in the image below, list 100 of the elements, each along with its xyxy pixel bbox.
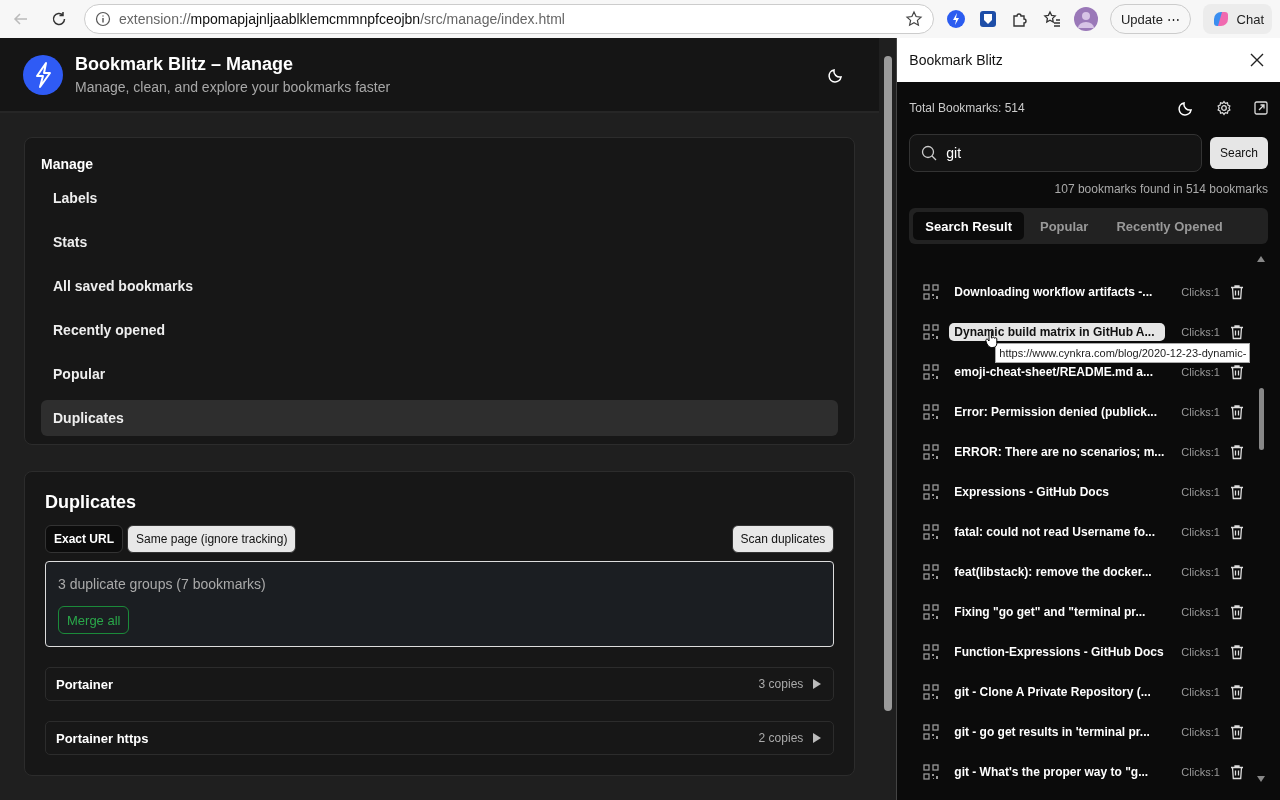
qr-code-icon[interactable]	[923, 284, 940, 300]
merge-button[interactable]: Merge all	[58, 606, 130, 634]
trash-icon[interactable]	[1229, 484, 1246, 500]
nav-item[interactable]: Popular	[41, 356, 839, 392]
tab[interactable]: Popular	[1028, 212, 1101, 240]
qr-code-icon[interactable]	[923, 644, 940, 660]
qr-code-icon[interactable]	[923, 324, 940, 340]
mode-toggle[interactable]: Same page (ignore tracking)	[127, 525, 297, 553]
lightning-icon[interactable]	[946, 9, 966, 29]
trash-icon[interactable]	[1229, 524, 1246, 540]
bookmark-title[interactable]: git - Clone A Private Repository (...	[949, 683, 1166, 701]
trash-icon[interactable]	[1229, 444, 1246, 460]
reload-icon[interactable]	[50, 10, 68, 28]
trash-icon[interactable]	[1229, 604, 1246, 620]
tooltip: https://www.cynkra.com/blog/2020-12-23-dynamic-	[995, 343, 1251, 363]
mode-toggle[interactable]: Exact URL	[45, 525, 124, 553]
click-count: Clicks:1	[1181, 486, 1220, 498]
trash-icon[interactable]	[1229, 404, 1246, 420]
duplicate-group[interactable]: Portainer 3 copies	[45, 667, 835, 701]
bookmark-title[interactable]: emoji-cheat-sheet/README.md a...	[949, 363, 1166, 381]
lightning-logo-icon	[23, 54, 63, 95]
total-bookmarks: Total Bookmarks: 514	[909, 101, 1026, 115]
duplicate-group[interactable]: Portainer https 2 copies	[45, 721, 835, 755]
click-count: Clicks:1	[1181, 446, 1220, 458]
nav-heading: Manage	[41, 156, 95, 172]
page-title: Bookmark Blitz – Manage	[75, 54, 295, 75]
qr-code-icon[interactable]	[923, 444, 940, 460]
bookmark-title[interactable]: git - go get results in 'terminal pr...	[949, 723, 1166, 741]
bookmark-title[interactable]: Expressions - GitHub Docs	[949, 483, 1166, 501]
bookmark-title[interactable]: Error: Permission denied (publick...	[949, 403, 1166, 421]
nav-item[interactable]: Recently opened	[41, 312, 839, 348]
trash-icon[interactable]	[1229, 564, 1246, 580]
bookmark-title[interactable]: ERROR: There are no scenarios; m...	[949, 443, 1166, 461]
scroll-down-icon[interactable]	[1257, 776, 1265, 782]
trash-icon[interactable]	[1229, 724, 1246, 740]
click-count: Clicks:1	[1181, 766, 1220, 778]
trash-icon[interactable]	[1229, 284, 1246, 300]
trash-icon[interactable]	[1229, 324, 1246, 340]
qr-code-icon[interactable]	[923, 364, 940, 380]
bookmark-title[interactable]: Function-Expressions - GitHub Docs	[949, 643, 1166, 661]
trash-icon[interactable]	[1229, 364, 1246, 380]
click-count: Clicks:1	[1181, 406, 1220, 418]
nav-item[interactable]: Stats	[41, 224, 839, 260]
click-count: Clicks:1	[1181, 646, 1220, 658]
click-count: Clicks:1	[1181, 566, 1220, 578]
click-count: Clicks:1	[1181, 526, 1220, 538]
favorites-icon[interactable]	[1042, 9, 1062, 29]
copies-count: 2 copies	[758, 731, 804, 745]
panel-title: Bookmark Blitz	[909, 52, 1003, 68]
close-icon[interactable]	[1250, 53, 1264, 67]
trash-icon[interactable]	[1229, 764, 1246, 780]
url-text: extension://mpomapjajnljaablklemcmmnpfceojbn/src/manage/index.html	[119, 11, 565, 27]
group-name: Portainer	[56, 676, 115, 692]
scrollbar[interactable]	[879, 38, 897, 800]
qr-code-icon[interactable]	[923, 564, 940, 580]
qr-code-icon[interactable]	[923, 524, 940, 540]
group-name: Portainer https	[56, 730, 150, 746]
bookmark-title[interactable]: feat(libstack): remove the docker...	[949, 563, 1166, 581]
star-icon[interactable]	[905, 10, 923, 28]
update-button[interactable]: Update ⋯	[1110, 4, 1191, 34]
tab[interactable]: Search Result	[913, 212, 1024, 240]
info-icon	[95, 11, 111, 27]
results-count: 107 bookmarks found in 514 bookmarks	[1053, 182, 1268, 196]
nav-item[interactable]: All saved bookmarks	[41, 268, 839, 304]
chat-button[interactable]: Chat	[1202, 4, 1272, 34]
qr-code-icon[interactable]	[923, 404, 940, 420]
section-title: Duplicates	[45, 492, 138, 513]
trash-icon[interactable]	[1229, 684, 1246, 700]
copies-count: 3 copies	[758, 677, 804, 691]
search-icon	[921, 145, 938, 161]
settings-icon[interactable]	[1216, 100, 1232, 116]
qr-code-icon[interactable]	[923, 724, 940, 740]
click-count: Clicks:1	[1181, 366, 1220, 378]
scan-button[interactable]: Scan duplicates	[731, 525, 835, 553]
tab[interactable]: Recently Opened	[1104, 212, 1235, 240]
bookmark-title[interactable]: fatal: could not read Username fo...	[949, 523, 1166, 541]
nav-item[interactable]: Labels	[41, 180, 839, 216]
search-field[interactable]: git	[909, 134, 1202, 172]
moon-icon[interactable]	[828, 66, 845, 83]
click-count: Clicks:1	[1181, 286, 1220, 298]
qr-code-icon[interactable]	[923, 684, 940, 700]
search-button[interactable]: Search	[1209, 137, 1268, 169]
trash-icon[interactable]	[1229, 644, 1246, 660]
bookmark-title[interactable]: Dynamic build matrix in GitHub A...	[949, 323, 1166, 341]
bookmark-title[interactable]: Fixing "go get" and "terminal pr...	[949, 603, 1166, 621]
external-link-icon[interactable]	[1254, 101, 1268, 115]
click-count: Clicks:1	[1181, 726, 1220, 738]
avatar-icon[interactable]	[1074, 7, 1098, 31]
summary-text: 3 duplicate groups (7 bookmarks)	[58, 576, 267, 592]
bookmark-title[interactable]: Downloading workflow artifacts -...	[949, 283, 1166, 301]
qr-code-icon[interactable]	[923, 604, 940, 620]
moon-icon[interactable]	[1178, 100, 1194, 116]
address-bar[interactable]: extension://mpomapjajnljaablklemcmmnpfceojbn/src/manage/index.html	[84, 4, 934, 34]
nav-item[interactable]: Duplicates	[41, 400, 839, 436]
qr-code-icon[interactable]	[923, 764, 940, 780]
scroll-up-icon[interactable]	[1257, 256, 1265, 262]
qr-code-icon[interactable]	[923, 484, 940, 500]
bookmark-title[interactable]: git - What's the proper way to "g...	[949, 763, 1166, 781]
shield-icon[interactable]	[978, 9, 998, 29]
click-count: Clicks:1	[1181, 606, 1220, 618]
